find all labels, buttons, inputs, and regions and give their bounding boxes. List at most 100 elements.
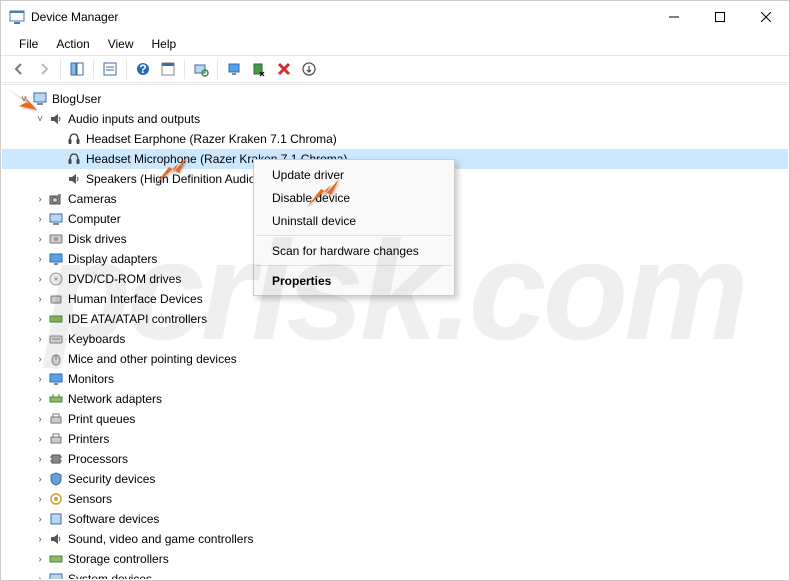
category-icon [48, 231, 64, 247]
chevron-right-icon[interactable]: › [34, 293, 46, 305]
chevron-right-icon[interactable]: › [34, 273, 46, 285]
tree-category-label: Human Interface Devices [68, 292, 203, 306]
tb-scan-icon[interactable] [189, 57, 213, 81]
tree-category-label: System devices [68, 572, 152, 579]
tree-category[interactable]: ›Storage controllers [2, 549, 788, 569]
tree-category-label: Software devices [68, 512, 159, 526]
tb-show-hide-icon[interactable] [65, 57, 89, 81]
tree-category[interactable]: › System devices [2, 569, 788, 579]
tb-forward-icon[interactable] [32, 57, 56, 81]
category-icon [48, 451, 64, 467]
tree-category[interactable]: › Print queues [2, 409, 788, 429]
ctx-scan-hardware[interactable]: Scan for hardware changes [254, 239, 454, 262]
ctx-update-driver[interactable]: Update driver [254, 163, 454, 186]
ctx-properties[interactable]: Properties [254, 269, 454, 292]
titlebar: Device Manager [1, 1, 789, 33]
chevron-down-icon[interactable]: ˅ [34, 113, 46, 125]
close-button[interactable] [743, 1, 789, 33]
minimize-button[interactable] [651, 1, 697, 33]
category-icon [48, 571, 64, 579]
chevron-right-icon[interactable]: › [34, 413, 46, 425]
tb-properties-icon[interactable] [98, 57, 122, 81]
tree-category[interactable]: › Mice and other pointing devices [2, 349, 788, 369]
tree-device-headset-earphone[interactable]: Headset Earphone (Razer Kraken 7.1 Chrom… [2, 129, 788, 149]
tree-category[interactable]: ›Security devices [2, 469, 788, 489]
tree-category[interactable]: › Keyboards [2, 329, 788, 349]
tb-separator [184, 59, 185, 79]
menubar: File Action View Help [1, 33, 789, 55]
category-icon [48, 551, 64, 567]
chevron-right-icon[interactable]: › [34, 353, 46, 365]
tree-category-label: Print queues [68, 412, 135, 426]
category-icon [48, 311, 64, 327]
tree-category-label: Network adapters [68, 392, 162, 406]
menu-help[interactable]: Help [144, 35, 185, 53]
ctx-uninstall-device[interactable]: Uninstall device [254, 209, 454, 232]
svg-text:?: ? [139, 62, 146, 76]
chevron-right-icon[interactable]: › [34, 573, 46, 579]
tree-category-label: Computer [68, 212, 121, 226]
tb-action-icon[interactable] [156, 57, 180, 81]
chevron-right-icon[interactable]: › [34, 553, 46, 565]
tree-device-label: Headset Earphone (Razer Kraken 7.1 Chrom… [86, 132, 337, 146]
tree-category[interactable]: ›Printers [2, 429, 788, 449]
tb-separator [126, 59, 127, 79]
chevron-right-icon[interactable]: › [34, 393, 46, 405]
tree-category-label: Monitors [68, 372, 114, 386]
chevron-right-icon[interactable]: › [34, 333, 46, 345]
category-icon [48, 351, 64, 367]
tb-uninstall-icon[interactable] [272, 57, 296, 81]
chevron-right-icon[interactable]: › [34, 233, 46, 245]
chevron-right-icon[interactable]: › [34, 453, 46, 465]
tree-category[interactable]: › Sensors [2, 489, 788, 509]
category-icon [48, 391, 64, 407]
tree-category[interactable]: › Network adapters [2, 389, 788, 409]
category-icon [48, 211, 64, 227]
tree-category-label: Sensors [68, 492, 112, 506]
chevron-right-icon[interactable]: › [34, 533, 46, 545]
tree-category[interactable]: ›Processors [2, 449, 788, 469]
ctx-separator [256, 265, 452, 266]
tb-update-driver-icon[interactable] [222, 57, 246, 81]
chevron-right-icon[interactable]: › [34, 433, 46, 445]
chevron-right-icon[interactable]: › [34, 213, 46, 225]
chevron-down-icon[interactable]: ˅ [18, 93, 30, 105]
tree-category[interactable]: ›IDE ATA/ATAPI controllers [2, 309, 788, 329]
tb-disable-icon[interactable] [247, 57, 271, 81]
tb-back-icon[interactable] [7, 57, 31, 81]
ctx-disable-device[interactable]: Disable device [254, 186, 454, 209]
chevron-right-icon[interactable]: › [34, 253, 46, 265]
menu-action[interactable]: Action [48, 35, 97, 53]
tree-category[interactable]: ›Sound, video and game controllers [2, 529, 788, 549]
speaker-icon [66, 171, 82, 187]
category-icon [48, 271, 64, 287]
tree-category-label: Disk drives [68, 232, 127, 246]
tb-help-icon[interactable]: ? [131, 57, 155, 81]
menu-view[interactable]: View [100, 35, 142, 53]
chevron-right-icon[interactable]: › [34, 473, 46, 485]
tree-category-label: DVD/CD-ROM drives [68, 272, 181, 286]
tree-root-node[interactable]: ˅ BlogUser [2, 89, 788, 109]
tb-separator [93, 59, 94, 79]
category-icon [48, 371, 64, 387]
category-icon [48, 431, 64, 447]
chevron-right-icon[interactable]: › [34, 493, 46, 505]
tree-category-label: Mice and other pointing devices [68, 352, 237, 366]
maximize-button[interactable] [697, 1, 743, 33]
chevron-right-icon[interactable]: › [34, 373, 46, 385]
chevron-right-icon[interactable]: › [34, 313, 46, 325]
tree-category-label: Keyboards [68, 332, 125, 346]
app-icon [9, 9, 25, 25]
chevron-right-icon[interactable]: › [34, 193, 46, 205]
tree-category-label: Cameras [68, 192, 117, 206]
tb-enable-icon[interactable] [297, 57, 321, 81]
tree-root-label: BlogUser [52, 92, 101, 106]
tree-category-audio[interactable]: ˅ Audio inputs and outputs [2, 109, 788, 129]
menu-file[interactable]: File [11, 35, 46, 53]
speaker-icon [48, 111, 64, 127]
tb-separator [217, 59, 218, 79]
device-manager-window: Device Manager File Action View Help ? [0, 0, 790, 581]
tree-category[interactable]: › Software devices [2, 509, 788, 529]
chevron-right-icon[interactable]: › [34, 513, 46, 525]
tree-category[interactable]: › Monitors [2, 369, 788, 389]
